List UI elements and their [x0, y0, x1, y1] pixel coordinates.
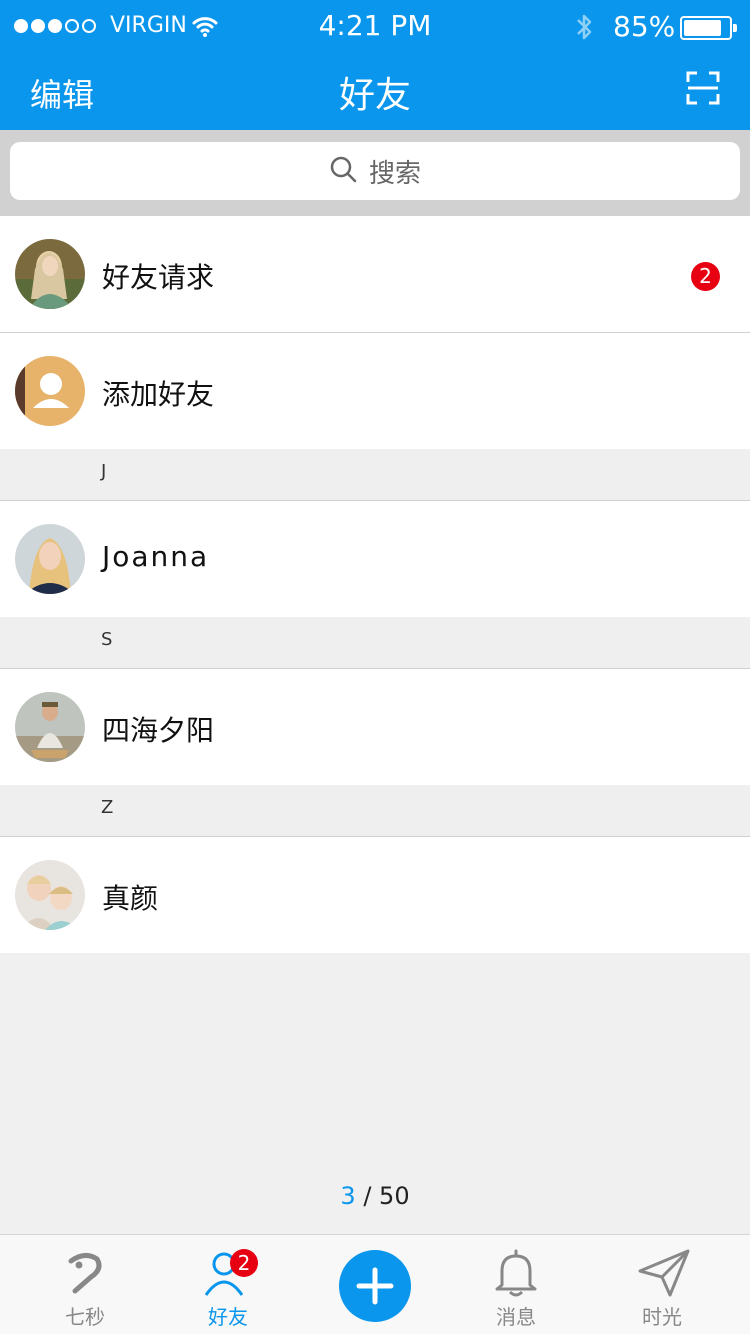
total-pages: 50	[379, 1182, 410, 1210]
search-placeholder: 搜索	[368, 158, 421, 189]
avatar	[15, 524, 85, 594]
bluetooth-icon	[572, 12, 596, 46]
battery-percentage: 85%	[613, 10, 676, 43]
page-indicator: 3 / 50	[0, 1182, 750, 1210]
section-letter: Z	[101, 797, 114, 818]
section-header-j: J	[0, 449, 750, 500]
section-letter: J	[101, 461, 107, 482]
section-header-s: S	[0, 617, 750, 668]
add-friend-icon	[15, 356, 85, 426]
friend-row-sihai-xiyang[interactable]: 四海夕阳	[0, 669, 750, 785]
friend-row-joanna[interactable]: Joanna	[0, 501, 750, 617]
friends-list: 好友请求 2 添加好友 J Joanna S 四海夕阳 Z 真颜	[0, 216, 750, 953]
tab-label: 消息	[496, 1305, 536, 1329]
nav-bar: 编辑 好友	[0, 54, 750, 130]
page-separator: /	[363, 1182, 372, 1210]
friend-name: 真颜	[102, 882, 159, 915]
page-title: 好友	[338, 75, 411, 116]
avatar	[15, 860, 85, 930]
avatar	[15, 692, 85, 762]
bell-icon	[492, 1247, 540, 1299]
friend-requests-row[interactable]: 好友请求 2	[0, 216, 750, 332]
plus-icon	[356, 1267, 394, 1305]
add-friend-row[interactable]: 添加好友	[0, 333, 750, 449]
tab-label: 好友	[208, 1305, 248, 1329]
search-icon	[329, 155, 357, 187]
tab-label: 七秒	[65, 1305, 105, 1329]
status-bar: VIRGIN 4:21 PM 85%	[0, 0, 750, 54]
avatar	[15, 239, 85, 309]
section-header-z: Z	[0, 785, 750, 836]
tab-bar: 七秒 2 好友 消息 时光	[0, 1234, 750, 1334]
tab-qimiao[interactable]: 七秒	[15, 1235, 155, 1334]
add-button[interactable]	[339, 1250, 411, 1322]
friend-row-zhenyan[interactable]: 真颜	[0, 837, 750, 953]
search-area: 搜索	[0, 130, 750, 216]
battery-icon	[680, 16, 737, 40]
current-page: 3	[340, 1182, 356, 1210]
paper-plane-icon	[638, 1247, 690, 1299]
tab-messages[interactable]: 消息	[446, 1235, 586, 1334]
friend-requests-badge: 2	[691, 262, 720, 291]
scan-icon[interactable]	[686, 71, 720, 105]
friends-tab-badge: 2	[230, 1249, 258, 1277]
friend-name: Joanna	[102, 540, 210, 573]
seven-icon	[61, 1247, 109, 1299]
search-input[interactable]: 搜索	[10, 142, 740, 200]
section-letter: S	[101, 629, 113, 650]
tab-friends[interactable]: 2 好友	[158, 1235, 298, 1334]
person-icon: 2	[204, 1247, 258, 1299]
tab-label: 时光	[642, 1305, 682, 1329]
tab-time[interactable]: 时光	[592, 1235, 732, 1334]
edit-button[interactable]: 编辑	[30, 70, 94, 116]
friend-name: 四海夕阳	[102, 714, 215, 747]
add-friend-label: 添加好友	[102, 378, 215, 411]
friend-requests-label: 好友请求	[102, 261, 215, 294]
